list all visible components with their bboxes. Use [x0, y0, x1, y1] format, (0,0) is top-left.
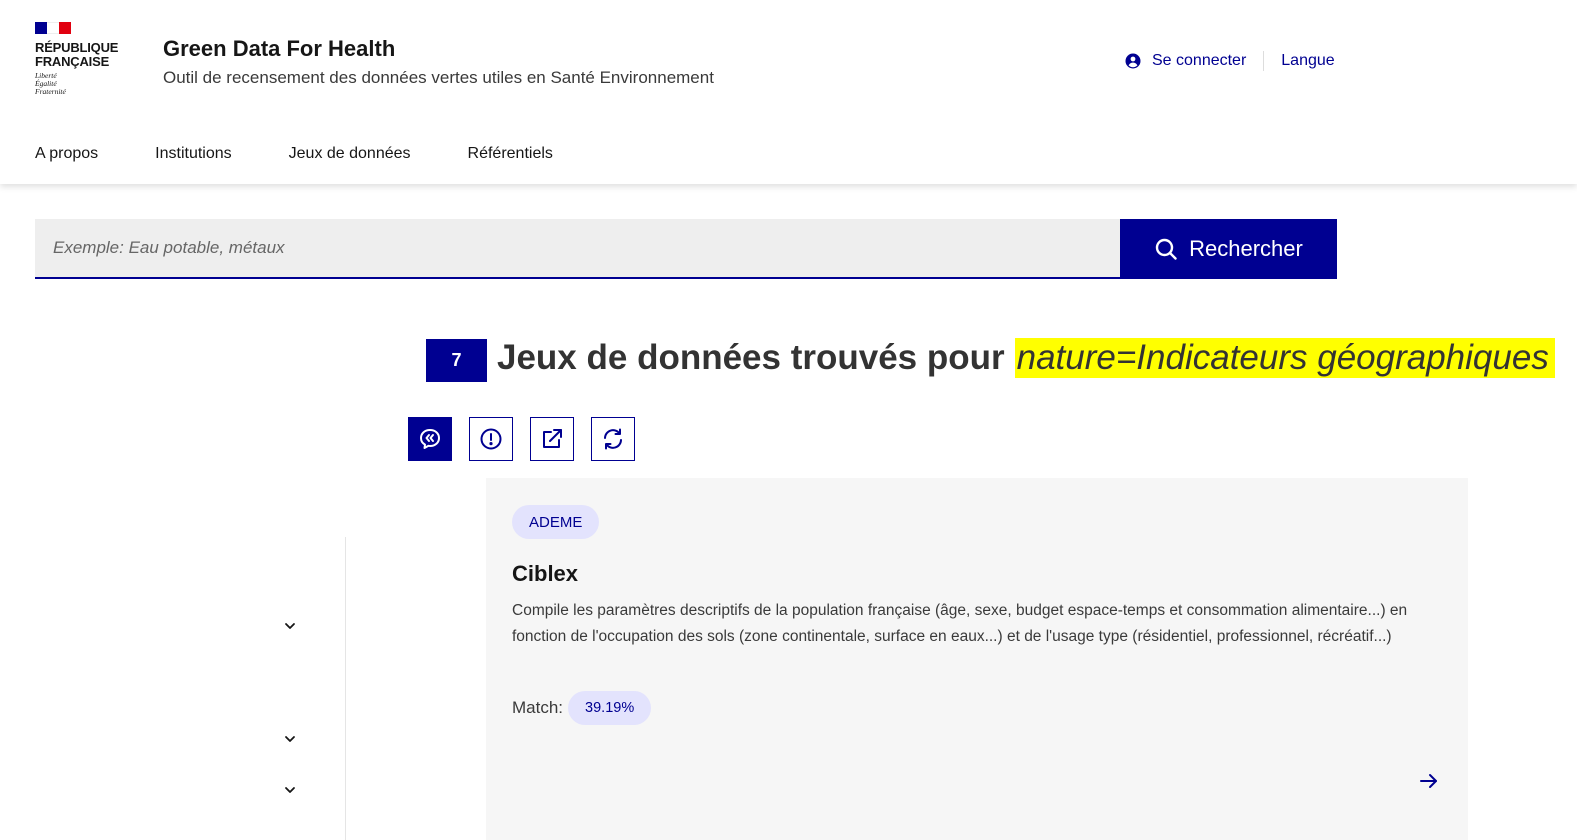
- alert-icon: [480, 428, 502, 450]
- match-score: Match: 39.19%: [512, 691, 652, 725]
- republique-francaise-logo[interactable]: RÉPUBLIQUE FRANÇAISE Liberté Égalité Fra…: [35, 22, 135, 96]
- match-value-badge: 39.19%: [568, 691, 652, 725]
- arrow-right-icon[interactable]: [1418, 770, 1440, 792]
- match-label: Match:: [512, 698, 564, 717]
- feedback-button[interactable]: [408, 417, 452, 461]
- search-bar: Rechercher: [35, 219, 1337, 279]
- tools-divider: [1263, 51, 1265, 71]
- dataset-description: Compile les paramètres descriptifs de la…: [512, 602, 1408, 645]
- refresh-icon: [604, 428, 622, 450]
- main-nav: A propos Institutions Jeux de données Ré…: [35, 145, 610, 163]
- search-button-label: Rechercher: [1189, 236, 1303, 261]
- open-external-button[interactable]: [530, 417, 574, 461]
- chevron-down-icon[interactable]: [283, 783, 297, 797]
- results-count-badge: 7: [426, 339, 487, 382]
- refresh-button[interactable]: [591, 417, 635, 461]
- motto: Liberté Égalité Fraternité: [35, 72, 135, 96]
- header-tools: Se connecter Langue: [1125, 51, 1335, 71]
- institution-tag[interactable]: ADEME: [512, 505, 600, 539]
- login-link[interactable]: Se connecter: [1125, 52, 1246, 70]
- chevron-down-icon[interactable]: [283, 732, 297, 746]
- results-heading: 7 Jeux de données trouvés pour nature=In…: [426, 333, 1555, 382]
- search-field-wrapper: [35, 219, 1120, 279]
- login-label: Se connecter: [1152, 52, 1247, 69]
- dataset-card[interactable]: ADEME Ciblex Compile les paramètres desc…: [486, 478, 1468, 840]
- user-icon: [1125, 53, 1141, 69]
- chevron-down-icon[interactable]: [283, 619, 297, 633]
- nav-item-a-propos[interactable]: A propos: [35, 145, 98, 163]
- external-link-icon: [543, 429, 562, 448]
- gov-name-line2: FRANÇAISE: [35, 54, 110, 69]
- nav-item-jeux-de-donnees[interactable]: Jeux de données: [289, 145, 411, 163]
- site-header: RÉPUBLIQUE FRANÇAISE Liberté Égalité Fra…: [0, 0, 1577, 184]
- site-brand[interactable]: Green Data For Health Outil de recenseme…: [163, 36, 714, 88]
- language-label: Langue: [1281, 52, 1335, 69]
- site-title: Green Data For Health: [163, 36, 396, 61]
- feedback-icon: [420, 429, 440, 449]
- language-link[interactable]: Langue: [1281, 52, 1334, 70]
- report-button[interactable]: [469, 417, 513, 461]
- site-subtitle: Outil de recensement des données vertes …: [163, 68, 714, 87]
- results-query: nature=Indicateurs géographiques: [1014, 337, 1555, 378]
- filters-sidebar: [0, 537, 346, 840]
- results-title: Jeux de données trouvés pour: [497, 337, 1005, 377]
- motto-line3: Fraternité: [35, 87, 66, 96]
- nav-item-referentiels[interactable]: Référentiels: [468, 145, 553, 163]
- gov-name: RÉPUBLIQUE FRANÇAISE: [35, 41, 135, 69]
- dataset-title[interactable]: Ciblex: [512, 561, 578, 587]
- results-actions: [408, 417, 652, 461]
- search-button[interactable]: Rechercher: [1120, 219, 1337, 279]
- search-input[interactable]: [53, 238, 1120, 258]
- search-icon: [1155, 238, 1177, 260]
- french-flag-icon: [35, 22, 71, 34]
- nav-item-institutions[interactable]: Institutions: [155, 145, 231, 163]
- gov-name-line1: RÉPUBLIQUE: [35, 40, 119, 55]
